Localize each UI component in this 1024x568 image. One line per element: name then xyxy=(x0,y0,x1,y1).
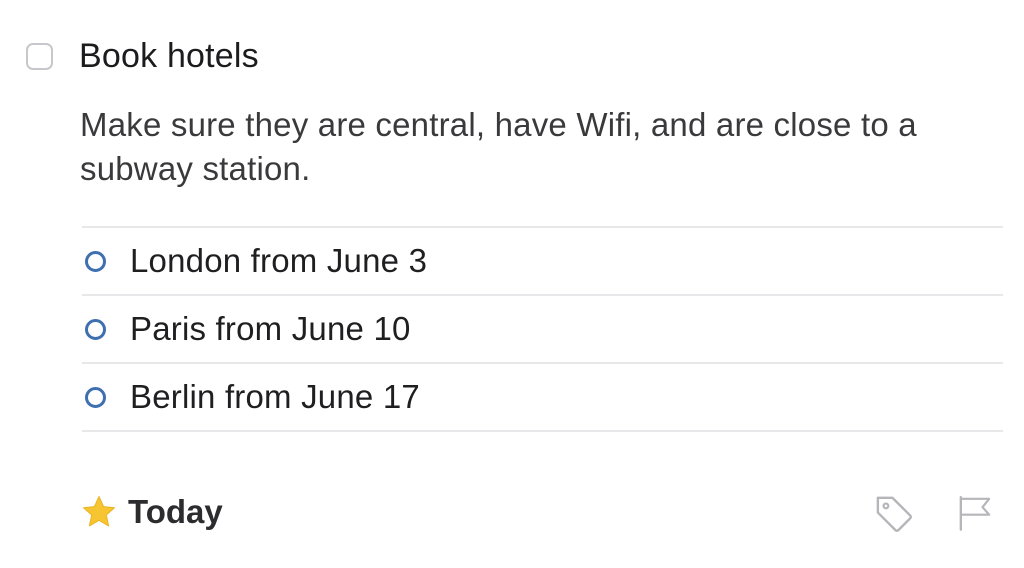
task-notes[interactable]: Make sure they are central, have Wifi, a… xyxy=(80,103,990,191)
task-title[interactable]: Book hotels xyxy=(79,36,259,76)
tag-icon[interactable] xyxy=(872,492,916,536)
task-detail-card: Book hotels Make sure they are central, … xyxy=(0,0,1024,568)
checklist-circle-icon[interactable] xyxy=(85,250,106,272)
checklist: London from June 3 Paris from June 10 Be… xyxy=(82,226,1003,432)
flag-icon[interactable] xyxy=(955,493,995,533)
checklist-item-label[interactable]: London from June 3 xyxy=(130,241,427,281)
task-complete-checkbox[interactable] xyxy=(26,42,53,70)
when-label: Today xyxy=(128,493,223,530)
checklist-item[interactable]: Berlin from June 17 xyxy=(82,364,1003,432)
checklist-item[interactable]: Paris from June 10 xyxy=(82,296,1003,364)
checklist-circle-icon[interactable] xyxy=(85,318,106,340)
checklist-item-label[interactable]: Berlin from June 17 xyxy=(130,377,420,417)
task-header: Book hotels xyxy=(26,36,259,76)
checklist-item-label[interactable]: Paris from June 10 xyxy=(130,309,411,349)
checklist-circle-icon[interactable] xyxy=(85,386,106,408)
when-date-button[interactable]: Today xyxy=(80,492,223,532)
star-icon xyxy=(83,496,115,527)
checklist-item[interactable]: London from June 3 xyxy=(82,228,1003,296)
